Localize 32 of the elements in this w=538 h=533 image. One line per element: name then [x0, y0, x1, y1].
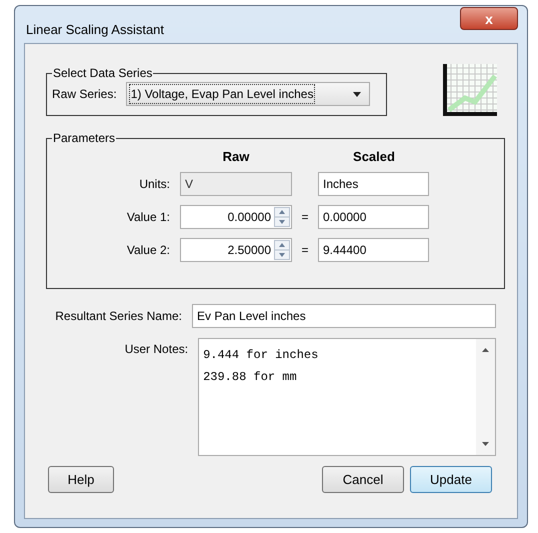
- dialog-button[interactable]: Help: [48, 466, 114, 493]
- equals-sign: =: [301, 208, 308, 226]
- group-legend: Select Data Series: [52, 66, 154, 80]
- window-title: Linear Scaling Assistant: [26, 21, 164, 39]
- spin-arrows-icon[interactable]: [274, 206, 290, 226]
- scrollbar[interactable]: [476, 339, 495, 455]
- caret-icon: [352, 92, 361, 96]
- resultant-label: Resultant Series Name:: [54, 308, 182, 325]
- scroll-up-icon[interactable]: [482, 348, 489, 352]
- row-label: Value 2:: [126, 242, 170, 258]
- scaled-field[interactable]: 0.00000: [318, 204, 429, 228]
- group-legend: Parameters: [52, 131, 116, 145]
- dialog-button[interactable]: Cancel: [322, 466, 404, 493]
- scroll-down-icon[interactable]: [482, 442, 489, 446]
- chart-icon: [443, 62, 498, 117]
- raw-series-label: Raw Series:: [52, 86, 117, 103]
- column-header: Raw: [222, 148, 250, 166]
- spinner-field[interactable]: 2.50000: [180, 238, 292, 262]
- series-dropdown[interactable]: 1) Voltage, Evap Pan Level inches: [126, 82, 370, 106]
- spinner-field[interactable]: 0.00000: [180, 204, 292, 228]
- equals-sign: =: [301, 242, 308, 258]
- row-label: Units:: [138, 176, 170, 192]
- scaled-field[interactable]: Inches: [318, 172, 429, 196]
- notes-field[interactable]: 9.444 for inches 239.88 for mm: [198, 338, 496, 456]
- series-name-field[interactable]: Ev Pan Level inches: [192, 304, 496, 328]
- spin-arrows-icon[interactable]: [274, 240, 290, 260]
- user-notes-label: User Notes:: [124, 341, 188, 358]
- close-button[interactable]: x: [460, 7, 518, 30]
- row-label: Value 1:: [126, 208, 170, 226]
- column-header: Scaled: [352, 148, 396, 166]
- scaled-field[interactable]: 9.44400: [318, 238, 429, 262]
- dialog-button[interactable]: Update: [410, 466, 492, 493]
